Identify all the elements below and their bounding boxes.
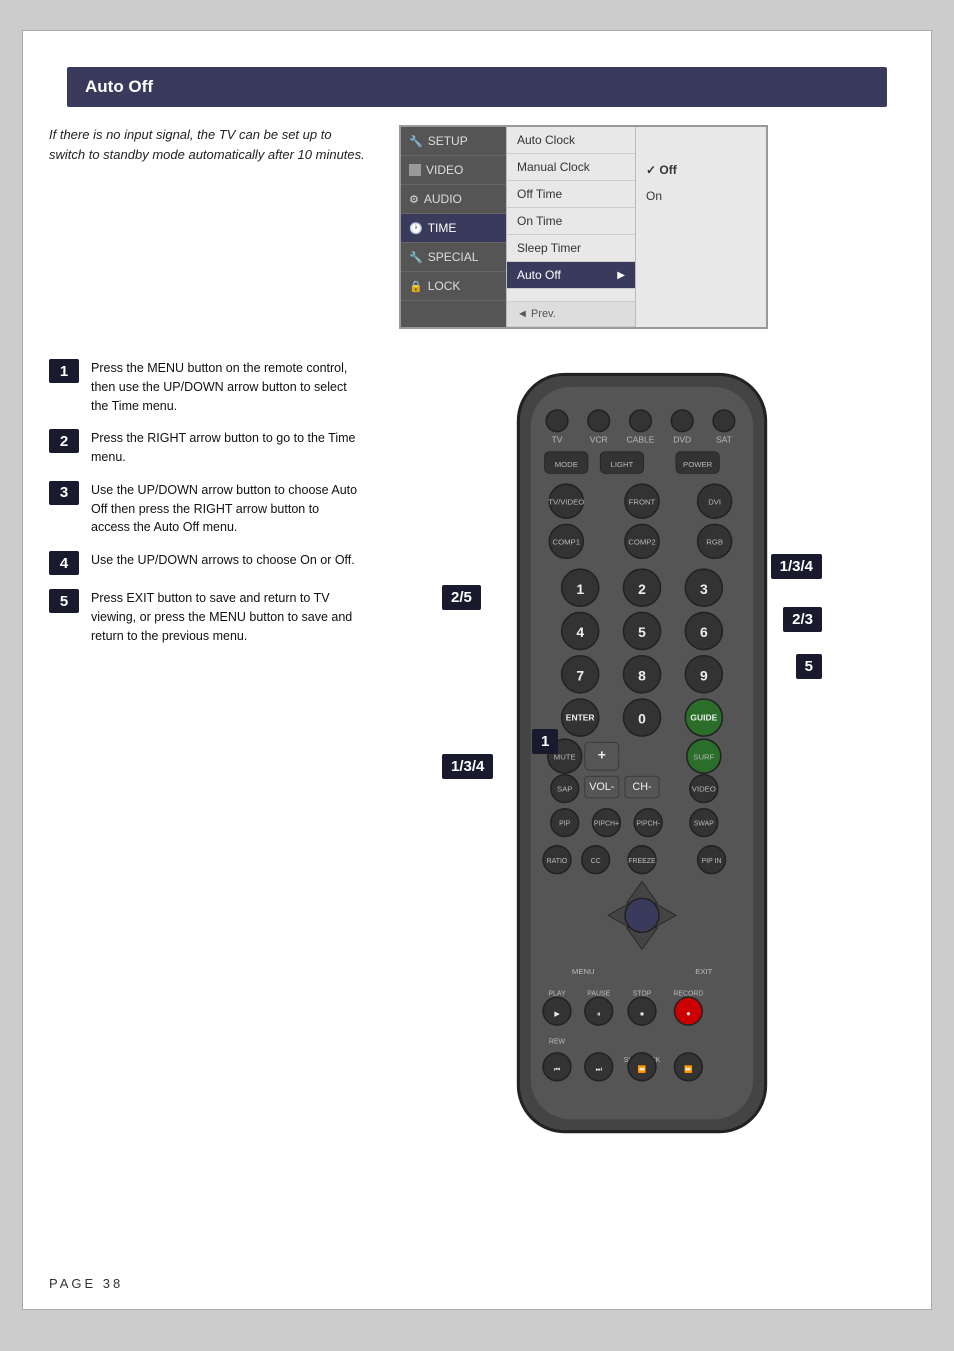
svg-text:VOL-: VOL-: [589, 781, 615, 793]
menu-sleep-timer: Sleep Timer: [507, 235, 635, 262]
svg-text:TV: TV: [552, 434, 563, 444]
tv-menu-screenshot: 🔧 SETUP VIDEO ⚙ AUDIO 🕐: [399, 125, 768, 329]
step-4-row: 4 Use the UP/DOWN arrows to choose On or…: [49, 551, 359, 575]
svg-text:7: 7: [576, 667, 584, 683]
svg-text:SAP: SAP: [557, 785, 572, 794]
svg-text:REW: REW: [549, 1039, 566, 1046]
svg-text:CH-: CH-: [632, 781, 652, 793]
svg-text:PIPCH-: PIPCH-: [636, 821, 660, 828]
svg-text:LIGHT: LIGHT: [611, 460, 634, 469]
svg-text:8: 8: [638, 667, 646, 683]
svg-text:RATIO: RATIO: [547, 858, 568, 865]
menu-auto-off: Auto Off ▶: [507, 262, 635, 289]
svg-text:DVD: DVD: [673, 434, 691, 444]
step-3-row: 3 Use the UP/DOWN arrow button to choose…: [49, 481, 359, 537]
step-5-text: Press EXIT button to save and return to …: [91, 589, 359, 645]
svg-text:TV/VIDEO: TV/VIDEO: [548, 497, 584, 506]
step-4-text: Use the UP/DOWN arrows to choose On or O…: [91, 551, 355, 570]
svg-text:SAT: SAT: [716, 434, 732, 444]
step-2-num: 2: [49, 429, 79, 453]
svg-text:POWER: POWER: [683, 460, 713, 469]
page-title: Auto Off: [67, 67, 887, 107]
svg-text:⏩: ⏩: [684, 1064, 693, 1073]
intro-text: If there is no input signal, the TV can …: [49, 125, 369, 164]
svg-text:CABLE: CABLE: [627, 434, 655, 444]
menu-prev: ◄ Prev.: [507, 302, 635, 327]
step-3-text: Use the UP/DOWN arrow button to choose A…: [91, 481, 359, 537]
svg-text:1: 1: [576, 581, 584, 597]
step-2-text: Press the RIGHT arrow button to go to th…: [91, 429, 359, 467]
callout-1-bottom: 1: [532, 729, 558, 754]
callout-25: 2/5: [442, 585, 481, 610]
svg-text:FRONT: FRONT: [629, 497, 656, 506]
svg-text:GUIDE: GUIDE: [690, 713, 717, 723]
svg-text:6: 6: [700, 624, 708, 640]
svg-text:▶: ▶: [554, 1011, 560, 1018]
svg-text:0: 0: [638, 711, 646, 727]
menu-off-option: ✓ Off: [636, 157, 766, 183]
menu-video: VIDEO: [401, 156, 506, 185]
menu-time: 🕐 TIME: [401, 214, 506, 243]
step-1-text: Press the MENU button on the remote cont…: [91, 359, 359, 415]
menu-on-time: On Time: [507, 208, 635, 235]
menu-lock: 🔒 LOCK: [401, 272, 506, 301]
step-1-num: 1: [49, 359, 79, 383]
svg-text:ENTER: ENTER: [566, 713, 595, 723]
svg-text:MODE: MODE: [555, 460, 578, 469]
svg-text:EXIT: EXIT: [695, 967, 712, 976]
svg-text:PIP: PIP: [559, 821, 571, 828]
step-4-num: 4: [49, 551, 79, 575]
svg-text:4: 4: [576, 624, 584, 640]
svg-text:VCR: VCR: [590, 434, 608, 444]
menu-audio: ⚙ AUDIO: [401, 185, 506, 214]
svg-text:MENU: MENU: [572, 967, 595, 976]
svg-text:COMP2: COMP2: [628, 537, 655, 546]
menu-setup: 🔧 SETUP: [401, 127, 506, 156]
svg-text:⏺: ⏺: [687, 1011, 691, 1018]
svg-text:5: 5: [638, 624, 646, 640]
menu-auto-clock: Auto Clock: [507, 127, 635, 154]
svg-text:DVI: DVI: [708, 497, 721, 506]
svg-text:3: 3: [700, 581, 708, 597]
svg-text:SURF: SURF: [693, 752, 714, 761]
page: Auto Off If there is no input signal, th…: [22, 30, 932, 1310]
step-1-row: 1 Press the MENU button on the remote co…: [49, 359, 359, 415]
callout-5: 5: [796, 654, 822, 679]
step-5-row: 5 Press EXIT button to save and return t…: [49, 589, 359, 645]
callout-134-top: 1/3/4: [771, 554, 822, 579]
menu-spacer: [507, 289, 635, 302]
menu-on-option: On: [636, 183, 766, 209]
step-3-num: 3: [49, 481, 79, 505]
svg-text:⏭: ⏭: [596, 1066, 603, 1073]
svg-text:COMP1: COMP1: [553, 537, 580, 546]
svg-text:+: +: [598, 746, 606, 762]
svg-text:CC: CC: [591, 858, 601, 865]
svg-text:PIPCH+: PIPCH+: [594, 821, 619, 828]
svg-text:2: 2: [638, 581, 646, 597]
svg-text:SWAP: SWAP: [694, 821, 715, 828]
svg-text:⏮: ⏮: [554, 1066, 560, 1073]
svg-text:PIP IN: PIP IN: [702, 858, 722, 865]
svg-text:RGB: RGB: [706, 537, 723, 546]
callout-23: 2/3: [783, 607, 822, 632]
svg-text:9: 9: [700, 667, 708, 683]
step-2-row: 2 Press the RIGHT arrow button to go to …: [49, 429, 359, 467]
step-5-num: 5: [49, 589, 79, 613]
svg-text:FREEZE: FREEZE: [628, 858, 656, 865]
remote-control: TV VCR CABLE DVD SAT: [472, 359, 812, 1163]
callout-134-bottom: 1/3/4: [442, 754, 493, 779]
svg-text:⏸: ⏸: [597, 1011, 600, 1018]
menu-special: 🔧 SPECIAL: [401, 243, 506, 272]
svg-text:⏹: ⏹: [640, 1011, 644, 1018]
menu-manual-clock: Manual Clock: [507, 154, 635, 181]
svg-text:⏪: ⏪: [638, 1064, 647, 1073]
page-number: PAGE 38: [49, 1276, 123, 1291]
menu-off-time: Off Time: [507, 181, 635, 208]
svg-text:VIDEO: VIDEO: [692, 785, 716, 794]
